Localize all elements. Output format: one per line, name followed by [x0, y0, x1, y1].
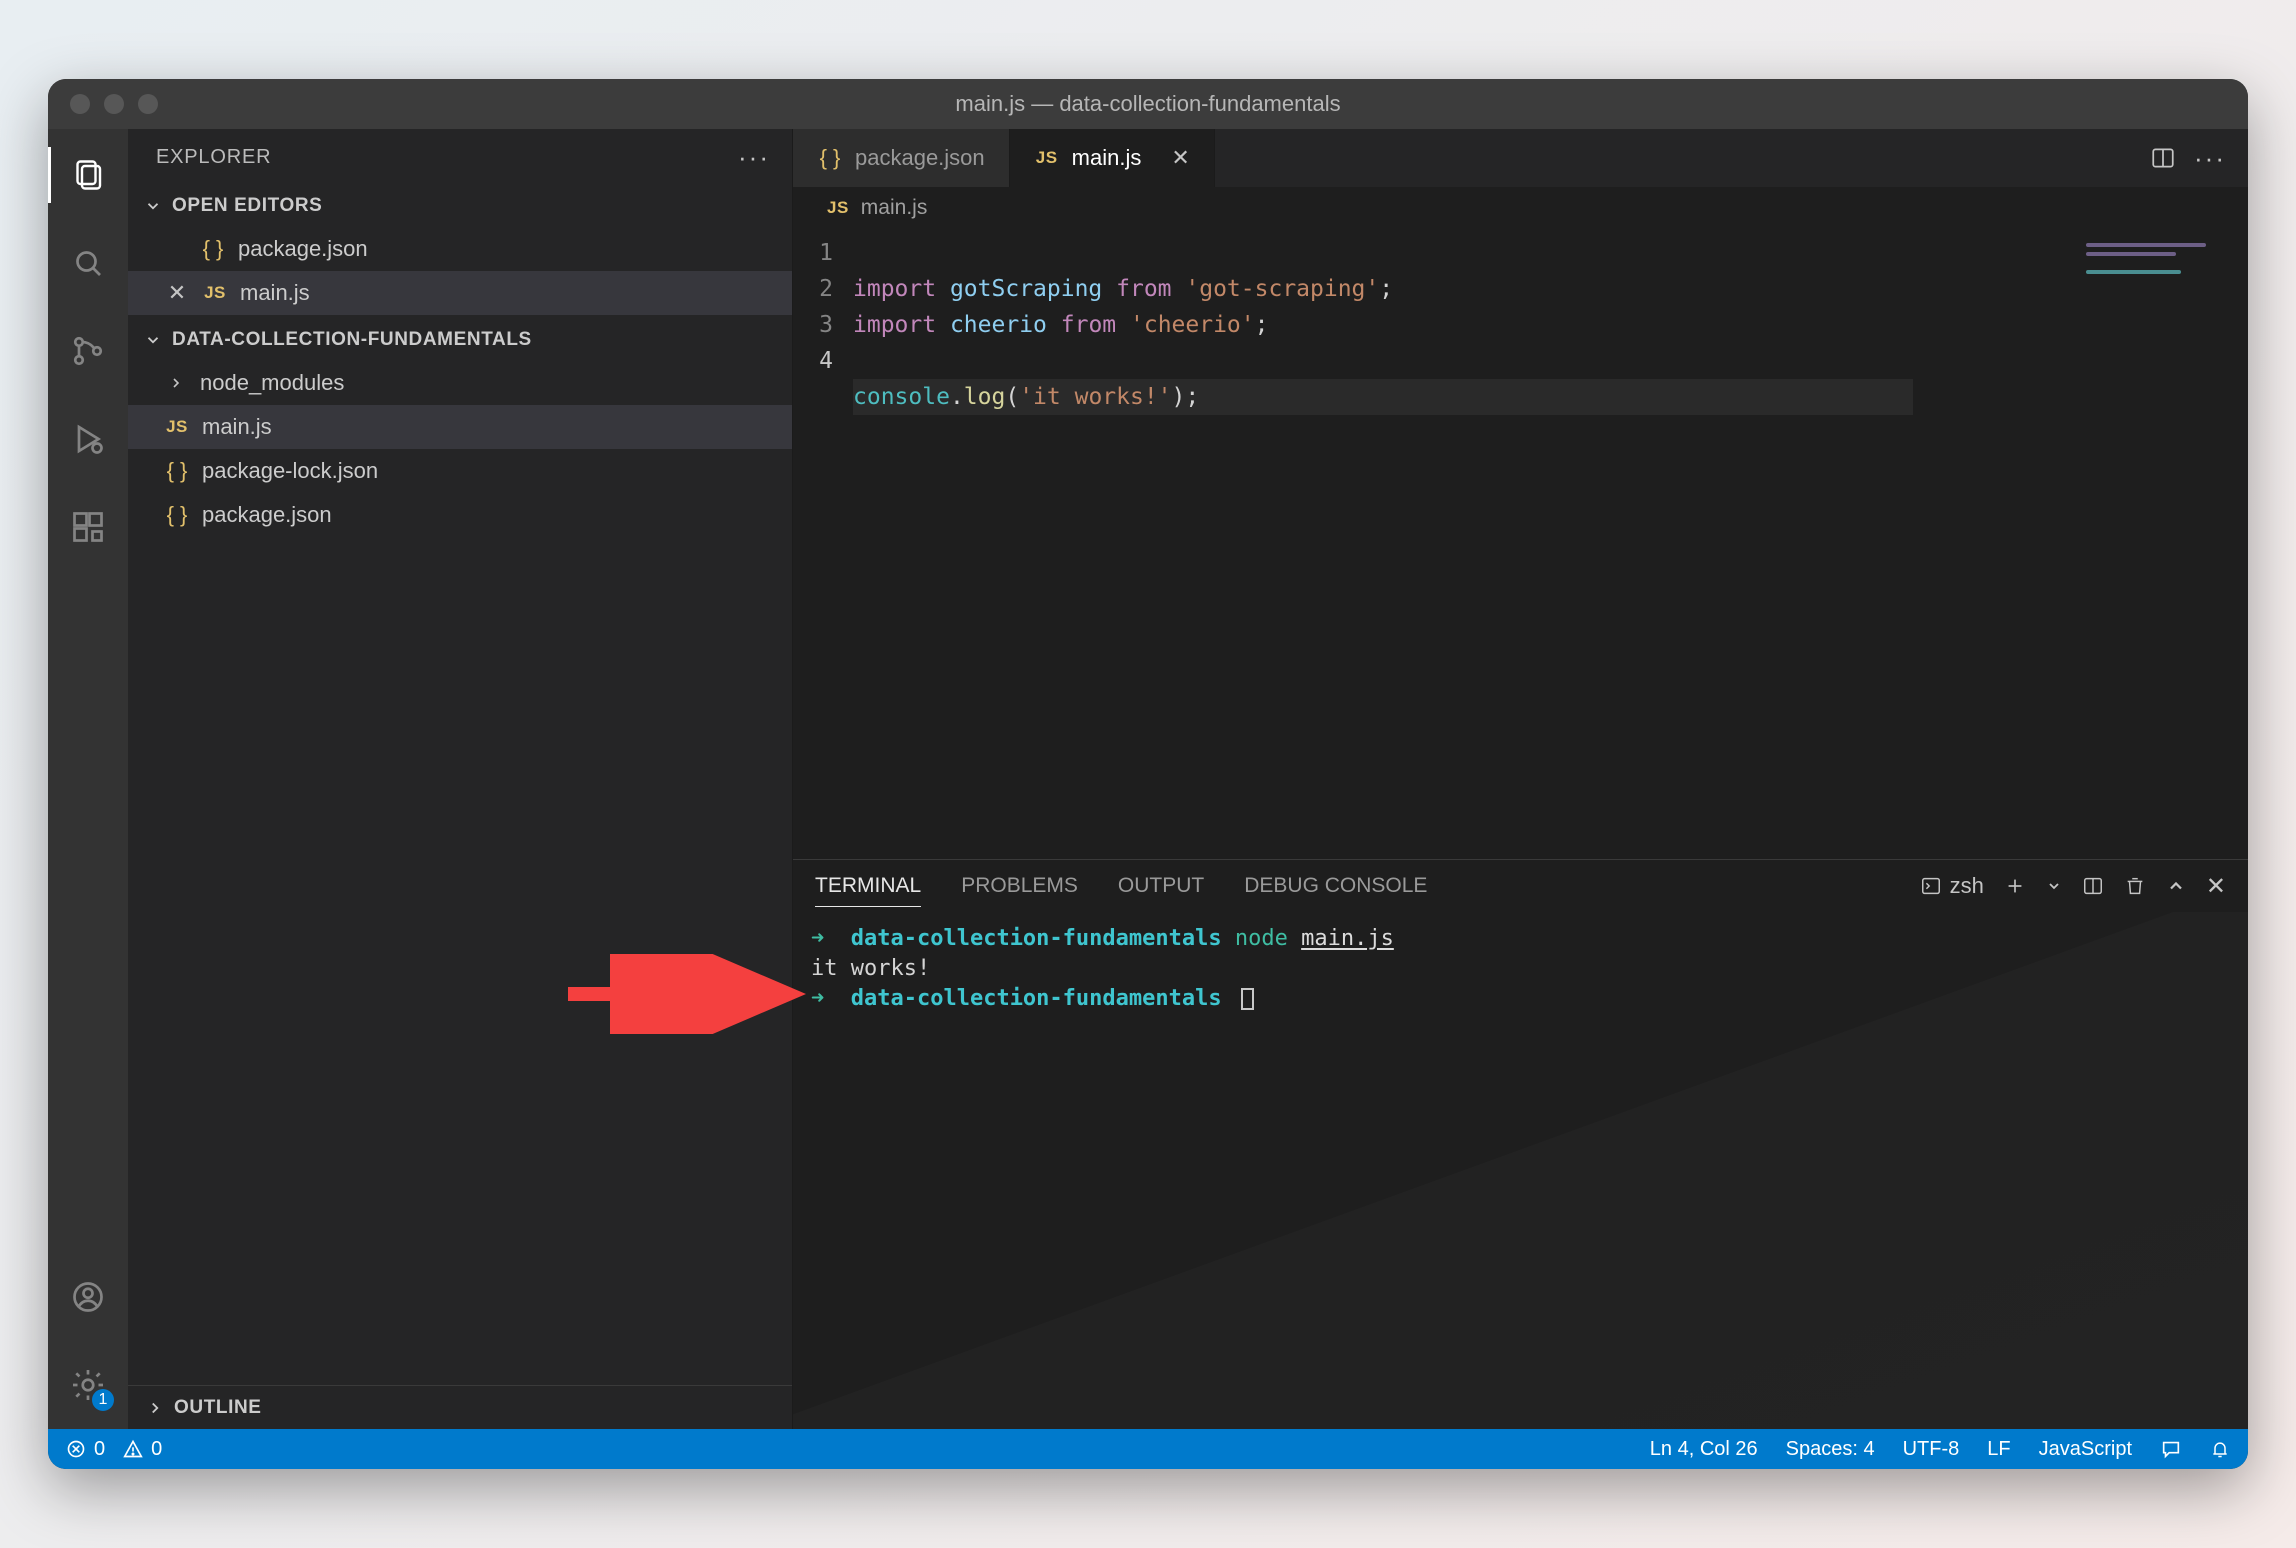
workspace-section[interactable]: DATA-COLLECTION-FUNDAMENTALS	[128, 319, 792, 361]
editor-more-actions-icon[interactable]: ···	[2194, 143, 2226, 174]
kill-terminal-icon[interactable]	[2124, 875, 2146, 897]
close-editor-icon[interactable]: ✕	[164, 280, 190, 306]
terminal-cursor	[1241, 988, 1254, 1010]
file-tree-item[interactable]: { } package-lock.json	[128, 449, 792, 493]
panel-tab-bar: TERMINAL PROBLEMS OUTPUT DEBUG CONSOLE z…	[793, 860, 2248, 912]
editor-tab[interactable]: JS main.js ✕	[1010, 129, 1215, 187]
braces-icon: { }	[817, 145, 843, 171]
terminal-output-line: it works!	[811, 954, 2230, 984]
status-notifications-icon[interactable]	[2210, 1438, 2230, 1460]
code-content: import gotScraping from 'got-scraping'; …	[853, 229, 2078, 859]
new-terminal-icon[interactable]	[2004, 875, 2026, 897]
braces-icon: { }	[164, 458, 190, 484]
file-name: main.js	[240, 280, 310, 306]
minimize-window-dot[interactable]	[104, 94, 124, 114]
file-name: package.json	[202, 502, 332, 528]
close-panel-icon[interactable]: ✕	[2206, 872, 2226, 901]
prompt-cwd: data-collection-fundamentals	[851, 926, 1222, 951]
maximize-panel-icon[interactable]	[2166, 876, 2186, 896]
status-indentation[interactable]: Spaces: 4	[1786, 1438, 1875, 1461]
status-errors[interactable]: 0	[66, 1438, 105, 1461]
app-window: main.js — data-collection-fundamentals	[48, 79, 2248, 1469]
sidebar-title: EXPLORER	[156, 146, 271, 169]
activity-extensions-icon[interactable]	[48, 491, 128, 563]
activity-bar: 1	[48, 129, 128, 1429]
title-bar: main.js — data-collection-fundamentals	[48, 79, 2248, 129]
code-editor[interactable]: 1 2 3 4 import gotScraping from 'got-scr…	[793, 229, 2248, 859]
chevron-right-icon	[146, 1399, 164, 1417]
status-cursor-position[interactable]: Ln 4, Col 26	[1650, 1438, 1758, 1461]
close-window-dot[interactable]	[70, 94, 90, 114]
tab-label: package.json	[855, 145, 985, 171]
terminal-command: node	[1235, 926, 1288, 951]
status-eol[interactable]: LF	[1987, 1438, 2010, 1461]
breadcrumb-file: main.js	[861, 196, 928, 220]
bottom-panel: TERMINAL PROBLEMS OUTPUT DEBUG CONSOLE z…	[793, 859, 2248, 1429]
panel-tab-output[interactable]: OUTPUT	[1118, 874, 1204, 898]
activity-explorer-icon[interactable]	[48, 139, 128, 211]
folder-name: node_modules	[200, 370, 344, 396]
status-warnings[interactable]: 0	[123, 1438, 162, 1461]
js-file-icon: JS	[827, 198, 849, 218]
panel-tab-debug[interactable]: DEBUG CONSOLE	[1244, 874, 1427, 898]
file-tree-item[interactable]: JS main.js	[128, 405, 792, 449]
panel-tab-problems[interactable]: PROBLEMS	[961, 874, 1078, 898]
activity-manage-gear-icon[interactable]: 1	[48, 1349, 128, 1421]
close-tab-icon[interactable]: ✕	[1171, 145, 1189, 171]
terminal-argument: main.js	[1301, 926, 1394, 951]
prompt-arrow-icon: ➜	[811, 986, 824, 1011]
activity-accounts-icon[interactable]	[48, 1261, 128, 1333]
window-title: main.js — data-collection-fundamentals	[48, 91, 2248, 117]
status-bar: 0 0 Ln 4, Col 26 Spaces: 4 UTF-8 LF Java…	[48, 1429, 2248, 1469]
terminal-profile[interactable]: zsh	[1920, 873, 1984, 899]
status-feedback-icon[interactable]	[2160, 1438, 2182, 1460]
workspace-name: DATA-COLLECTION-FUNDAMENTALS	[172, 329, 532, 351]
braces-icon: { }	[200, 236, 226, 262]
activity-source-control-icon[interactable]	[48, 315, 128, 387]
outline-section[interactable]: OUTLINE	[128, 1385, 792, 1429]
file-name: main.js	[202, 414, 272, 440]
breadcrumb-bar[interactable]: JS main.js	[793, 187, 2248, 229]
status-language[interactable]: JavaScript	[2039, 1438, 2132, 1461]
activity-run-debug-icon[interactable]	[48, 403, 128, 475]
outline-label: OUTLINE	[174, 1397, 262, 1419]
status-encoding[interactable]: UTF-8	[1903, 1438, 1960, 1461]
file-name: package-lock.json	[202, 458, 378, 484]
activity-search-icon[interactable]	[48, 227, 128, 299]
editor-group: { } package.json JS main.js ✕ ··· JS ma	[793, 129, 2248, 1429]
braces-icon: { }	[164, 502, 190, 528]
terminal-dropdown-icon[interactable]	[2046, 878, 2062, 894]
chevron-right-icon	[168, 375, 188, 391]
editor-tab-bar: { } package.json JS main.js ✕ ···	[793, 129, 2248, 187]
js-file-icon: JS	[1034, 148, 1060, 168]
zoom-window-dot[interactable]	[138, 94, 158, 114]
open-editors-label: OPEN EDITORS	[172, 195, 322, 217]
split-editor-icon[interactable]	[2150, 145, 2176, 171]
sidebar-more-icon[interactable]: ···	[738, 142, 770, 173]
gear-update-badge: 1	[92, 1389, 114, 1411]
js-file-icon: JS	[202, 283, 228, 303]
terminal-view[interactable]: ➜ data-collection-fundamentals node main…	[793, 912, 2248, 1429]
minimap[interactable]	[2078, 229, 2248, 859]
open-editor-item[interactable]: { } package.json	[128, 227, 792, 271]
tab-label: main.js	[1072, 145, 1142, 171]
traffic-lights	[48, 94, 158, 114]
sidebar-explorer: EXPLORER ··· OPEN EDITORS { } package.js…	[128, 129, 793, 1429]
line-number-gutter: 1 2 3 4	[793, 229, 853, 859]
file-tree-item[interactable]: { } package.json	[128, 493, 792, 537]
split-terminal-icon[interactable]	[2082, 875, 2104, 897]
js-file-icon: JS	[164, 417, 190, 437]
file-tree-item[interactable]: node_modules	[128, 361, 792, 405]
prompt-arrow-icon: ➜	[811, 926, 824, 951]
chevron-down-icon	[144, 197, 162, 215]
prompt-cwd: data-collection-fundamentals	[851, 986, 1222, 1011]
panel-tab-terminal[interactable]: TERMINAL	[815, 874, 921, 907]
file-name: package.json	[238, 236, 368, 262]
chevron-down-icon	[144, 331, 162, 349]
editor-tab[interactable]: { } package.json	[793, 129, 1010, 187]
open-editor-item[interactable]: ✕ JS main.js	[128, 271, 792, 315]
open-editors-section[interactable]: OPEN EDITORS	[128, 185, 792, 227]
